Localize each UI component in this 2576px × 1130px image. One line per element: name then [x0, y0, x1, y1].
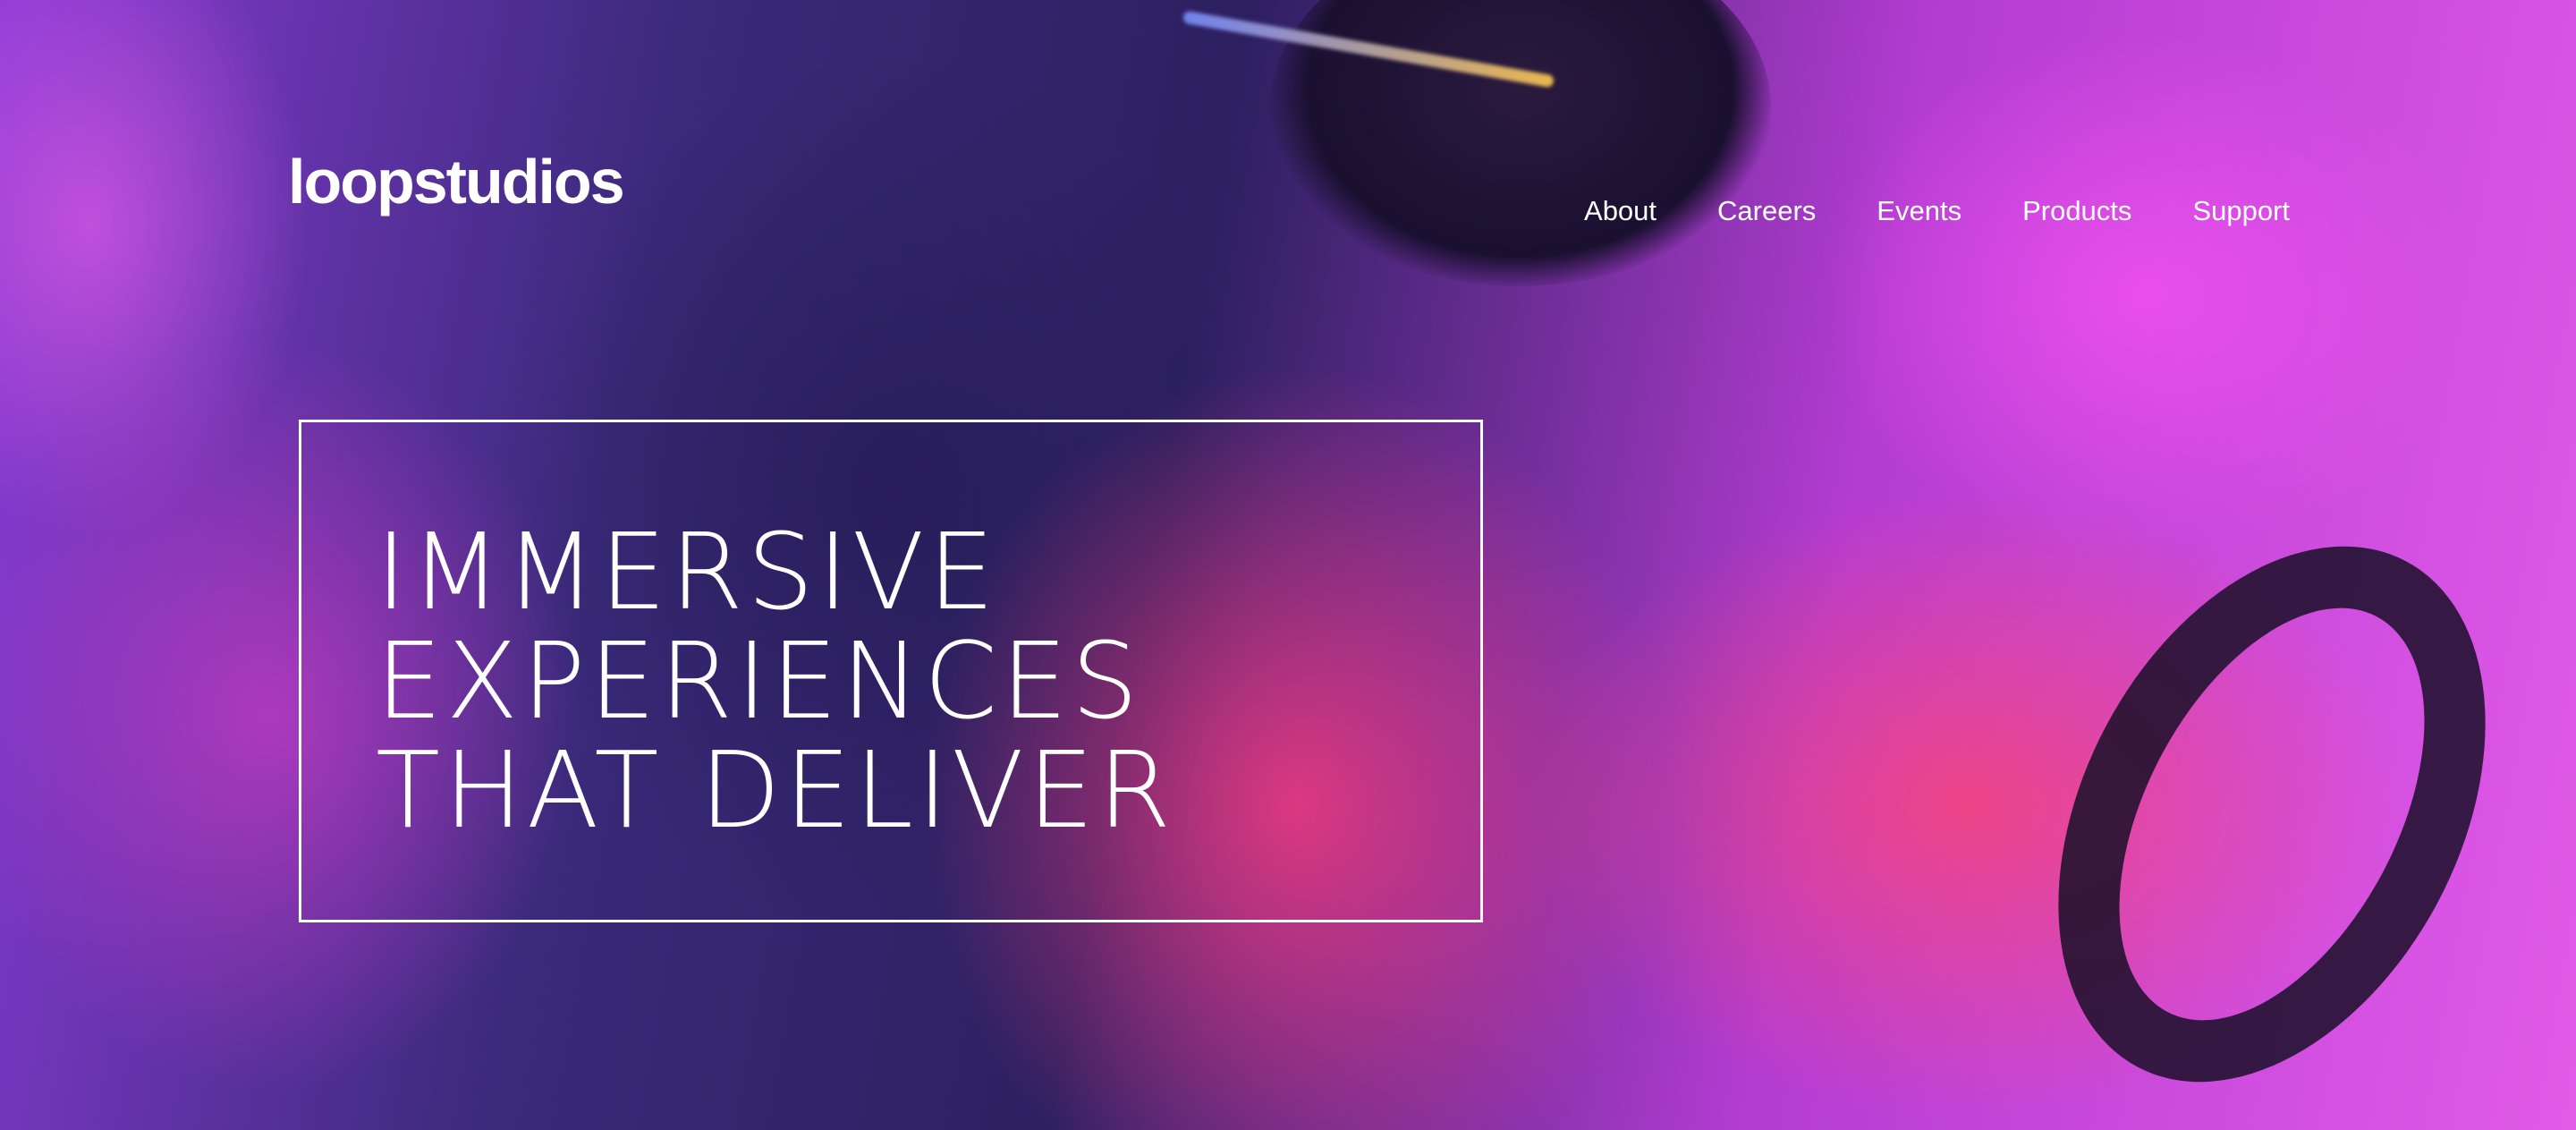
nav-item-products[interactable]: Products — [2022, 195, 2131, 227]
nav-item-careers[interactable]: Careers — [1717, 195, 1816, 227]
hero-headline-line-3: THAT DELIVER — [376, 728, 1175, 852]
main-navigation: About Careers Events Products Support — [1584, 195, 2290, 227]
hero-headline-line-1: IMMERSIVE — [376, 510, 998, 633]
site-logo[interactable]: loopstudios — [288, 150, 625, 213]
nav-item-support[interactable]: Support — [2192, 195, 2290, 227]
hero-background-steering-wheel — [1971, 472, 2572, 1130]
hero-headline-line-2: EXPERIENCES — [376, 619, 1142, 743]
hero-headline: IMMERSIVE EXPERIENCES THAT DELIVER — [376, 517, 1174, 845]
nav-item-events[interactable]: Events — [1877, 195, 1962, 227]
hero-section: loopstudios About Careers Events Product… — [0, 0, 2576, 1130]
nav-item-about[interactable]: About — [1584, 195, 1657, 227]
